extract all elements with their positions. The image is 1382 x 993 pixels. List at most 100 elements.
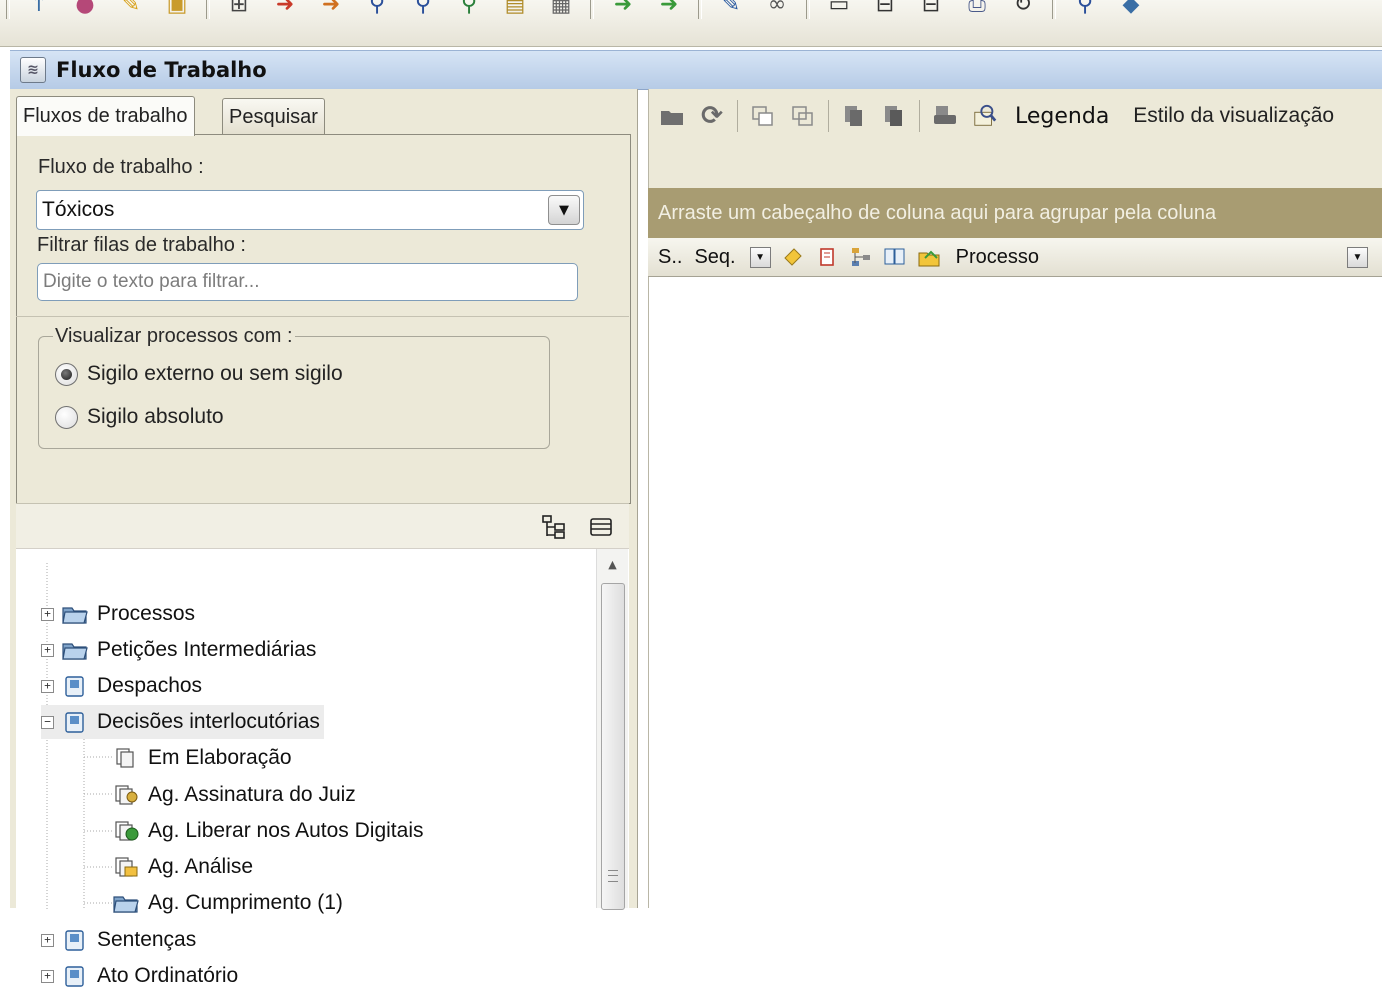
legenda-button[interactable]: Legenda <box>1015 104 1109 129</box>
forward-icon[interactable]: ➜ <box>609 0 637 17</box>
tree-item[interactable]: + Despachos <box>41 669 202 703</box>
send-icon[interactable]: ➜ <box>655 0 683 17</box>
grid-add-icon[interactable]: ⊞ <box>225 0 253 17</box>
print-icon[interactable] <box>932 103 958 129</box>
refresh-icon[interactable]: ⟳ <box>699 101 725 131</box>
tree-subitem[interactable]: Ag. Cumprimento (1) <box>112 886 343 920</box>
workflow-select[interactable]: Tóxicos ▼ <box>36 190 584 230</box>
tree-item-label: Ag. Análise <box>148 855 254 878</box>
filter-input[interactable] <box>37 263 578 301</box>
tree-item[interactable]: + Sentenças <box>41 923 196 957</box>
radio-button[interactable] <box>55 405 78 429</box>
radio-button-selected[interactable] <box>55 362 78 386</box>
search-document-icon[interactable]: ⚲ <box>455 0 483 17</box>
tree-scrollbar[interactable]: ▲ <box>596 549 628 910</box>
tree-item-label: Ag. Cumprimento (1) <box>148 891 343 914</box>
arrow-icon[interactable]: ↑ <box>25 0 53 17</box>
tree-item-label: Petições Intermediárias <box>97 638 317 661</box>
documents-icon[interactable] <box>841 103 867 129</box>
window-icon[interactable]: ▭ <box>825 0 853 17</box>
estilo-visualizacao-button[interactable]: Estilo da visualização <box>1133 104 1334 128</box>
tree-item[interactable]: + Ato Ordinatório <box>41 959 238 993</box>
column-header-seq[interactable]: Seq. <box>694 246 735 269</box>
tree-toolbar <box>16 503 629 548</box>
toolbar-separator <box>806 0 810 19</box>
tree-subitem[interactable]: Ag. Análise <box>112 850 253 884</box>
column-headers: S.. Seq. ▼ Processo ▼ <box>648 238 1382 277</box>
table-icon[interactable]: ▦ <box>547 0 575 17</box>
document-red-icon[interactable] <box>815 245 839 269</box>
tab-pesquisar[interactable]: Pesquisar <box>222 98 325 135</box>
folder-arrow-icon[interactable] <box>917 245 941 269</box>
radio-sigilo-externo[interactable]: Sigilo externo ou sem sigilo <box>55 362 343 386</box>
folder-icon[interactable]: ▣ <box>163 0 191 17</box>
tree-subitem[interactable]: Ag. Assinatura do Juiz <box>112 778 356 812</box>
scroll-thumb[interactable] <box>601 583 625 910</box>
tab-fluxos-de-trabalho[interactable]: Fluxos de trabalho <box>16 96 195 136</box>
workflow-tree: + Processos + Petições Intermediárias + … <box>16 548 629 987</box>
folder-icon[interactable] <box>659 103 685 129</box>
note-icon[interactable] <box>781 245 805 269</box>
toolbar-separator <box>919 100 920 132</box>
expand-icon: + <box>41 607 54 621</box>
column-header-processo[interactable]: Processo <box>956 246 1347 269</box>
edit-note-icon[interactable]: ✎ <box>117 0 145 17</box>
check-copy-icon[interactable] <box>750 103 776 129</box>
expand-all-icon[interactable] <box>541 514 567 540</box>
grid-toolbar: ⟳ Legenda Estilo da visualização <box>648 89 1382 143</box>
tree-item-label: Sentenças <box>97 928 197 951</box>
document-folder-icon <box>61 711 89 733</box>
move-right-icon[interactable]: ➜ <box>317 0 345 17</box>
toolbar-separator <box>206 0 210 19</box>
group-by-area[interactable]: Arraste um cabeçalho de coluna aqui para… <box>648 188 1382 238</box>
chevron-down-icon[interactable]: ▼ <box>749 246 771 268</box>
tree-item-label: Despachos <box>97 674 203 697</box>
documents-release-icon <box>112 820 140 842</box>
window-split-icon[interactable]: ⊟ <box>917 0 945 17</box>
print-preview-icon[interactable] <box>972 103 998 129</box>
stamp-icon[interactable]: ● <box>71 0 99 17</box>
chevron-down-icon[interactable]: ▼ <box>548 195 580 225</box>
collapse-all-icon[interactable] <box>588 514 614 540</box>
workflow-window-icon: ≋ <box>20 57 46 83</box>
archive-icon[interactable]: ▤ <box>501 0 529 17</box>
radio-sigilo-absoluto[interactable]: Sigilo absoluto <box>55 405 224 429</box>
divider <box>16 316 629 317</box>
window-add-icon[interactable]: ⊟ <box>871 0 899 17</box>
toolbar-spacer <box>648 143 1382 188</box>
link-icon[interactable]: ∞ <box>763 0 791 17</box>
tree-item-label: Ag. Assinatura do Juiz <box>148 783 356 806</box>
chevron-down-icon[interactable]: ▼ <box>1347 246 1368 268</box>
tree-item[interactable]: + Processos <box>41 597 195 631</box>
zoom-icon[interactable]: ⚲ <box>1071 0 1099 17</box>
toolbar-separator <box>1052 0 1056 19</box>
documents-analysis-icon <box>112 856 140 878</box>
scroll-up-icon[interactable]: ▲ <box>597 549 628 579</box>
tree-item-label: Ag. Liberar nos Autos Digitais <box>148 819 424 842</box>
radio-label: Sigilo externo ou sem sigilo <box>87 362 343 385</box>
tree-item[interactable]: + Petições Intermediárias <box>41 633 316 667</box>
expand-icon: + <box>41 679 54 693</box>
edit-icon[interactable]: ✎ <box>717 0 745 17</box>
hierarchy-icon[interactable] <box>849 245 873 269</box>
column-header-s[interactable]: S.. <box>658 246 682 269</box>
compare-documents-icon[interactable] <box>883 245 907 269</box>
window-title-bar: ≋ Fluxo de Trabalho <box>10 50 1382 90</box>
tree-subitem[interactable]: Ag. Liberar nos Autos Digitais <box>112 814 423 848</box>
tree-item-selected[interactable]: − Decisões interlocutórias <box>41 705 324 739</box>
print-icon[interactable]: ⎙ <box>963 0 991 17</box>
search-next-icon[interactable]: ⚲ <box>409 0 437 17</box>
documents-move-icon[interactable] <box>881 103 907 129</box>
toolbar-separator <box>737 100 738 132</box>
move-down-icon[interactable]: ➜ <box>271 0 299 17</box>
diamond-icon[interactable]: ◆ <box>1117 0 1145 17</box>
copy-icon[interactable] <box>790 103 816 129</box>
process-grid <box>648 277 1382 908</box>
refresh-icon[interactable]: ↻ <box>1009 0 1037 17</box>
workflow-select-value: Tóxicos <box>42 198 115 221</box>
tree-item-label: Decisões interlocutórias <box>97 710 320 733</box>
tree-subitem[interactable]: Em Elaboração <box>112 741 292 775</box>
tree-item-label: Em Elaboração <box>148 746 292 769</box>
window-title: Fluxo de Trabalho <box>56 58 267 82</box>
search-icon[interactable]: ⚲ <box>363 0 391 17</box>
